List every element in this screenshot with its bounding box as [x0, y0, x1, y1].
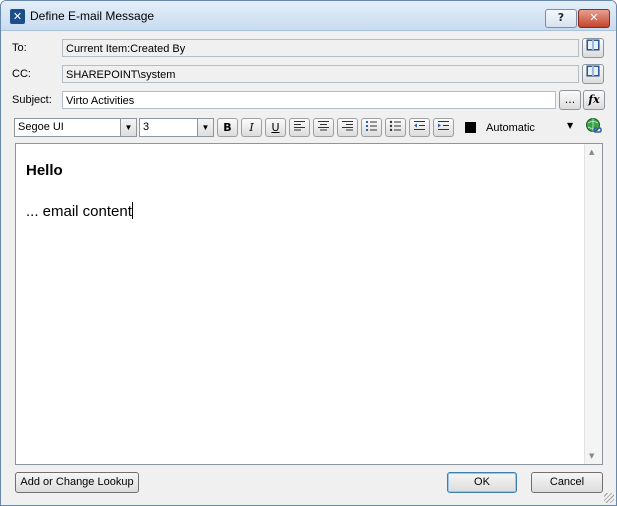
- ok-button[interactable]: OK: [447, 472, 517, 493]
- vertical-scrollbar[interactable]: ▲ ▼: [584, 144, 602, 464]
- decrease-indent-icon: [414, 121, 425, 130]
- numbered-list-icon: [366, 121, 377, 131]
- size-select-value: 3: [143, 121, 150, 133]
- help-button[interactable]: ?: [545, 9, 577, 28]
- size-select[interactable]: 3 ▼: [139, 118, 214, 137]
- align-center-icon: [318, 121, 329, 131]
- italic-button[interactable]: I: [241, 118, 262, 137]
- address-book-icon: [586, 39, 600, 51]
- align-right-button[interactable]: [337, 118, 358, 137]
- cc-label: CC:: [12, 68, 31, 80]
- body-paragraph: ... email content: [26, 202, 133, 220]
- scroll-down-icon[interactable]: ▼: [589, 452, 594, 460]
- to-label: To:: [12, 42, 27, 54]
- body-heading: Hello: [26, 162, 63, 179]
- hyperlink-button[interactable]: [583, 117, 605, 137]
- subject-ellipsis-button[interactable]: ...: [559, 90, 581, 110]
- subject-field[interactable]: Virto Activities: [62, 91, 556, 109]
- align-left-button[interactable]: [289, 118, 310, 137]
- address-book-icon: [586, 65, 600, 77]
- hyperlink-icon: [586, 118, 602, 133]
- underline-button[interactable]: U: [265, 118, 286, 137]
- close-button[interactable]: ✕: [578, 9, 610, 28]
- cancel-button[interactable]: Cancel: [531, 472, 603, 493]
- chevron-down-icon: ▼: [197, 119, 213, 136]
- text-color-swatch[interactable]: [465, 122, 476, 133]
- to-field[interactable]: Current Item:Created By: [62, 39, 579, 57]
- bullet-list-button[interactable]: [385, 118, 406, 137]
- text-caret: [131, 202, 133, 219]
- increase-indent-button[interactable]: [433, 118, 454, 137]
- decrease-indent-button[interactable]: [409, 118, 430, 137]
- cc-address-book-button[interactable]: [582, 64, 604, 84]
- resize-grip-icon[interactable]: [604, 493, 614, 503]
- align-left-icon: [294, 121, 305, 131]
- title-bar: ✕ Define E-mail Message ? ✕: [1, 1, 616, 31]
- subject-label: Subject:: [12, 94, 52, 106]
- add-change-lookup-button[interactable]: Add or Change Lookup: [15, 472, 139, 493]
- align-right-icon: [342, 121, 353, 131]
- message-body-editor[interactable]: Hello ... email content ▲ ▼: [15, 143, 603, 465]
- cc-field[interactable]: SHAREPOINT\system: [62, 65, 579, 83]
- window-title: Define E-mail Message: [30, 9, 155, 23]
- bold-button[interactable]: B: [217, 118, 238, 137]
- dialog-window: ✕ Define E-mail Message ? ✕ To: Current …: [0, 0, 617, 506]
- to-address-book-button[interactable]: [582, 38, 604, 58]
- chevron-down-icon: ▼: [120, 119, 136, 136]
- scroll-up-icon[interactable]: ▲: [589, 148, 594, 156]
- numbered-list-button[interactable]: [361, 118, 382, 137]
- fx-button[interactable]: fx: [583, 90, 605, 110]
- chevron-down-icon[interactable]: ▼: [567, 121, 573, 130]
- text-color-label[interactable]: Automatic: [486, 122, 535, 134]
- align-center-button[interactable]: [313, 118, 334, 137]
- body-text: ... email content: [26, 203, 132, 220]
- font-select[interactable]: Segoe UI ▼: [14, 118, 137, 137]
- app-icon: ✕: [10, 9, 25, 24]
- font-select-value: Segoe UI: [18, 121, 64, 133]
- bullet-list-icon: [389, 120, 401, 132]
- increase-indent-icon: [438, 121, 449, 130]
